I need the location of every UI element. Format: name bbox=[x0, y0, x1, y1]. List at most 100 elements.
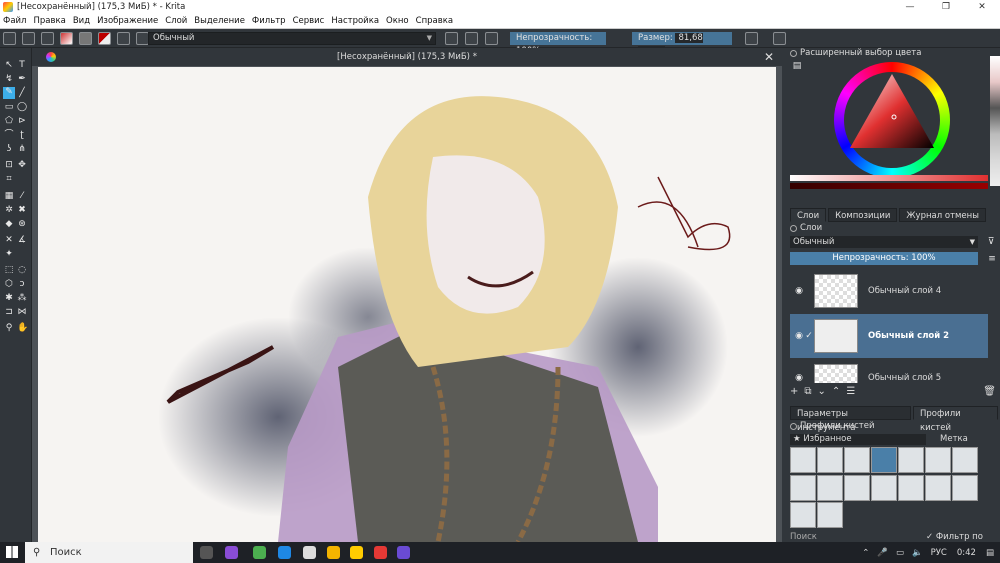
drawing-canvas[interactable] bbox=[38, 67, 776, 542]
menu-image[interactable]: Изображение bbox=[97, 16, 158, 26]
windows-start-icon[interactable] bbox=[6, 546, 18, 558]
fg-bg-color-icon[interactable] bbox=[98, 31, 111, 45]
ellipse-select-tool-icon[interactable]: ◌ bbox=[17, 265, 27, 275]
gradient-icon[interactable] bbox=[60, 31, 73, 45]
menu-tools[interactable]: Сервис bbox=[293, 16, 325, 26]
freehand-brush-tool-icon[interactable]: ✎ bbox=[3, 87, 15, 99]
magnetic-select-tool-icon[interactable]: ⋈ bbox=[17, 307, 27, 317]
input-language[interactable]: РУС bbox=[931, 548, 947, 558]
move-up-icon[interactable]: ⌃ bbox=[832, 386, 840, 398]
ellipse-tool-icon[interactable]: ◯ bbox=[17, 102, 27, 112]
menu-layer[interactable]: Слой bbox=[165, 16, 187, 26]
fill-tool-icon[interactable]: ◆ bbox=[4, 219, 14, 229]
layer-row[interactable]: ◉ Обычный слой 5 bbox=[790, 359, 988, 383]
save-icon[interactable] bbox=[41, 31, 54, 45]
maximize-button[interactable]: ❐ bbox=[928, 0, 964, 14]
panel-float-icon[interactable] bbox=[790, 50, 797, 57]
volume-icon[interactable]: 🔈 bbox=[912, 548, 923, 558]
layer-row[interactable]: ◉ Обычный слой 4 bbox=[790, 269, 988, 313]
menu-window[interactable]: Окно bbox=[386, 16, 409, 26]
brush-preset-item[interactable] bbox=[817, 502, 843, 529]
zoom-tool-icon[interactable]: ⚲ bbox=[4, 323, 14, 333]
yandex-icon[interactable] bbox=[350, 546, 363, 559]
layer-opacity-slider[interactable]: Непрозрачность: 100% bbox=[790, 252, 978, 265]
similar-select-tool-icon[interactable]: ⁂ bbox=[17, 293, 27, 303]
panel-float-icon[interactable] bbox=[790, 423, 797, 430]
app-icon[interactable] bbox=[253, 546, 266, 559]
brush-preset-item[interactable] bbox=[817, 474, 843, 501]
brush-preset-item[interactable] bbox=[898, 474, 924, 501]
crop-tool-icon[interactable]: ⌗ bbox=[4, 174, 14, 184]
eraser-icon[interactable] bbox=[445, 32, 458, 45]
blend-mode-select[interactable]: Обычный ▼ bbox=[790, 236, 978, 248]
bezier-tool-icon[interactable]: ⌒ bbox=[4, 130, 14, 140]
brush-preset-item[interactable] bbox=[844, 447, 870, 473]
menu-file[interactable]: Файл bbox=[3, 16, 26, 26]
rect-select-tool-icon[interactable]: ⬚ bbox=[4, 265, 14, 275]
freehand-select-tool-icon[interactable]: ↄ bbox=[17, 279, 27, 289]
size-slider[interactable]: Размер: 81,68 пикс. bbox=[632, 32, 732, 56]
visibility-icon[interactable]: ◉ bbox=[794, 373, 804, 383]
move-tool-icon[interactable]: ✥ bbox=[17, 160, 27, 170]
transform-tool-icon[interactable]: ⊡ bbox=[4, 160, 14, 170]
mic-icon[interactable]: 🎤 bbox=[877, 548, 888, 558]
color-wheel[interactable] bbox=[834, 62, 950, 178]
notifications-icon[interactable]: ▤ bbox=[986, 548, 994, 558]
menu-edit[interactable]: Правка bbox=[33, 16, 65, 26]
brush-preset-item[interactable] bbox=[871, 447, 897, 473]
mirror-vertical-icon[interactable] bbox=[773, 32, 786, 45]
minimize-button[interactable]: — bbox=[892, 0, 928, 14]
taskbar-search[interactable]: ⚲ Поиск bbox=[25, 542, 193, 563]
assistant-tool-icon[interactable]: ✕ bbox=[4, 235, 14, 245]
multibrush-tool-icon[interactable]: ⋔ bbox=[17, 144, 27, 154]
tray-arrow-icon[interactable]: ⌃ bbox=[862, 548, 869, 558]
tag-label[interactable]: Метка bbox=[940, 434, 968, 444]
brush-preset-item[interactable] bbox=[817, 447, 843, 473]
layer-row[interactable]: ◉ ✓ Обычный слой 2 bbox=[790, 314, 988, 358]
color-picker-tool-icon[interactable]: ⁄ bbox=[17, 191, 27, 201]
tab-brush-presets[interactable]: Профили кистей bbox=[912, 406, 998, 433]
hue-slider[interactable] bbox=[790, 183, 988, 189]
gradient-tool-icon[interactable]: ▦ bbox=[4, 191, 14, 201]
open-document-icon[interactable] bbox=[22, 31, 35, 45]
value-slider[interactable] bbox=[790, 175, 988, 181]
layer-menu-icon[interactable]: ≡ bbox=[987, 254, 997, 264]
filter-icon[interactable]: ⊽ bbox=[986, 237, 996, 247]
contiguous-select-tool-icon[interactable]: ✱ bbox=[4, 293, 14, 303]
brush-settings-icon[interactable] bbox=[117, 31, 130, 45]
document-tab[interactable]: [Несохранённый] (175,3 МиБ) * ✕ bbox=[32, 48, 782, 66]
reload-preset-icon[interactable] bbox=[485, 32, 498, 45]
pattern-icon[interactable] bbox=[79, 31, 92, 45]
visibility-icon[interactable]: ◉ bbox=[794, 331, 804, 341]
brush-preset-item[interactable] bbox=[898, 447, 924, 473]
task-view-icon[interactable] bbox=[200, 546, 213, 559]
move-down-icon[interactable]: ⌄ bbox=[818, 386, 826, 398]
text-tool-icon[interactable]: T bbox=[17, 60, 27, 70]
chrome-icon[interactable] bbox=[374, 546, 387, 559]
mirror-horizontal-icon[interactable] bbox=[745, 32, 758, 45]
menu-help[interactable]: Справка bbox=[416, 16, 453, 26]
brush-preset-item[interactable] bbox=[790, 447, 816, 473]
dynamic-brush-tool-icon[interactable]: ʖ bbox=[4, 144, 14, 154]
network-icon[interactable]: ▭ bbox=[896, 548, 904, 558]
menu-view[interactable]: Вид bbox=[73, 16, 90, 26]
select-shapes-tool-icon[interactable]: ↖ bbox=[4, 60, 14, 70]
edit-shapes-tool-icon[interactable]: ↯ bbox=[4, 74, 14, 84]
polyline-tool-icon[interactable]: ⊳ bbox=[17, 116, 27, 126]
brush-preset-item[interactable] bbox=[925, 474, 951, 501]
bezier-select-tool-icon[interactable]: ⊐ bbox=[4, 307, 14, 317]
tab-compositions[interactable]: Композиции bbox=[828, 208, 898, 222]
add-layer-icon[interactable]: + bbox=[790, 386, 798, 398]
visibility-icon[interactable]: ◉ bbox=[794, 286, 804, 296]
freehand-path-tool-icon[interactable]: ʈ bbox=[17, 130, 27, 140]
smart-patch-tool-icon[interactable]: ✖ bbox=[17, 205, 27, 215]
delete-layer-icon[interactable]: 🗑 bbox=[983, 386, 996, 398]
menu-filter[interactable]: Фильтр bbox=[252, 16, 286, 26]
panel-float-icon[interactable] bbox=[790, 225, 797, 232]
brush-search-input[interactable]: Поиск bbox=[790, 532, 817, 542]
reference-images-tool-icon[interactable]: ✦ bbox=[4, 249, 14, 259]
alice-icon[interactable] bbox=[225, 546, 238, 559]
opacity-slider[interactable]: Непрозрачность: 100% bbox=[510, 32, 606, 56]
close-document-icon[interactable]: ✕ bbox=[764, 48, 774, 66]
new-document-icon[interactable] bbox=[3, 31, 16, 45]
